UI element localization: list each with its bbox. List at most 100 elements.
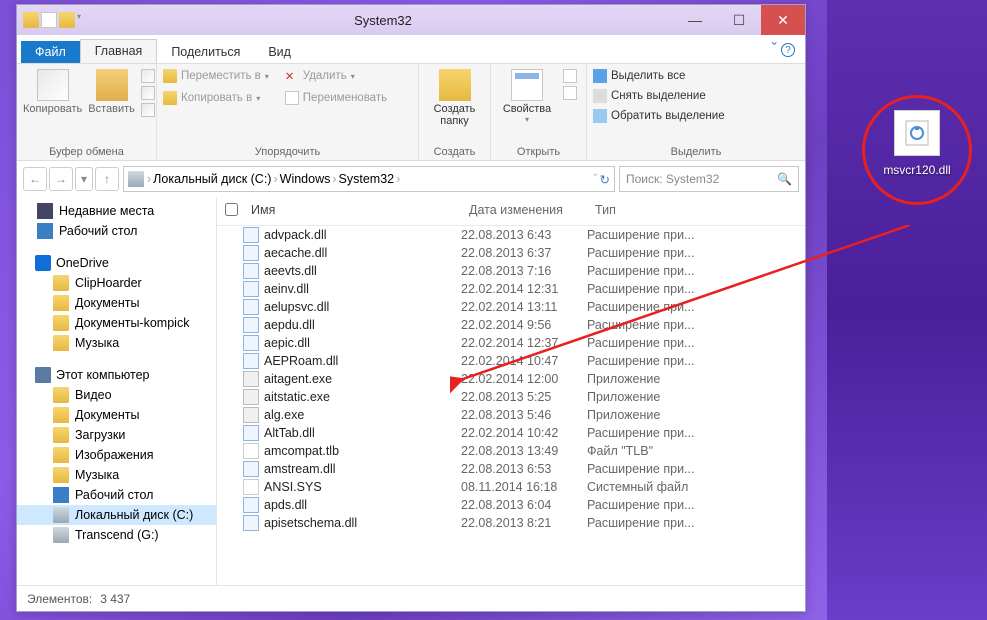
tab-file[interactable]: Файл [21, 41, 80, 63]
tree-recent[interactable]: Недавние места [17, 201, 216, 221]
deselect-button[interactable]: Снять выделение [593, 89, 725, 103]
file-date: 22.02.2014 12:31 [461, 282, 587, 296]
file-icon [243, 461, 259, 477]
tree-cliphoarder[interactable]: ClipHoarder [17, 273, 216, 293]
tree-documents[interactable]: Документы [17, 293, 216, 313]
invert-button[interactable]: Обратить выделение [593, 109, 725, 123]
file-date: 22.08.2013 5:25 [461, 390, 587, 404]
file-date: 22.08.2013 6:04 [461, 498, 587, 512]
forward-button[interactable]: → [49, 167, 73, 191]
breadcrumb-dropdown-icon[interactable]: ˇ [593, 172, 597, 186]
history-dropdown[interactable]: ▾ [75, 167, 93, 191]
tree-documents-kompick[interactable]: Документы-kompick [17, 313, 216, 333]
move-icon [163, 69, 177, 83]
ribbon-collapse[interactable]: ˇ? [762, 37, 805, 63]
tree-desktop[interactable]: Рабочий стол [17, 221, 216, 241]
clipboard-opt1[interactable] [141, 69, 155, 83]
qat-icons: ▾ [23, 12, 93, 28]
table-row[interactable]: aepdu.dll22.02.2014 9:56Расширение при..… [217, 316, 805, 334]
help-icon[interactable]: ? [781, 43, 795, 57]
close-button[interactable]: ✕ [761, 5, 805, 35]
maximize-button[interactable]: ☐ [717, 5, 761, 35]
open-opt2[interactable] [563, 86, 577, 100]
tab-home[interactable]: Главная [80, 39, 158, 63]
table-row[interactable]: AEPRoam.dll22.02.2014 10:47Расширение пр… [217, 352, 805, 370]
breadcrumb[interactable]: › Локальный диск (C:)› Windows› System32… [123, 166, 615, 192]
newfolder-qat-icon[interactable] [59, 12, 75, 28]
table-row[interactable]: aecache.dll22.08.2013 6:37Расширение при… [217, 244, 805, 262]
table-row[interactable]: apisetschema.dll22.08.2013 8:21Расширени… [217, 514, 805, 532]
column-headers[interactable]: Имя Дата изменения Тип [217, 197, 805, 226]
props-qat-icon[interactable] [41, 12, 57, 28]
table-row[interactable]: advpack.dll22.08.2013 6:43Расширение при… [217, 226, 805, 244]
tree-downloads[interactable]: Загрузки [17, 425, 216, 445]
tree-this-pc[interactable]: Этот компьютер [17, 363, 216, 385]
ribbon: Копировать Вставить Буфер обмена Перемес… [17, 63, 805, 161]
clipboard-opt2[interactable] [141, 86, 155, 100]
file-date: 08.11.2014 16:18 [461, 480, 587, 494]
search-input[interactable]: Поиск: System32 🔍 [619, 166, 799, 192]
tree-cdrive[interactable]: Локальный диск (C:) [17, 505, 216, 525]
select-all-icon [593, 69, 607, 83]
move-to-button[interactable]: Переместить в▾ [163, 69, 269, 83]
minimize-button[interactable]: — [673, 5, 717, 35]
table-row[interactable]: aitstatic.exe22.08.2013 5:25Приложение [217, 388, 805, 406]
file-pane: Имя Дата изменения Тип advpack.dll22.08.… [217, 197, 805, 585]
copy-to-button[interactable]: Копировать в▾ [163, 91, 269, 105]
tree-videos[interactable]: Видео [17, 385, 216, 405]
table-row[interactable]: ANSI.SYS08.11.2014 16:18Системный файл [217, 478, 805, 496]
qat-dropdown-icon[interactable]: ▾ [77, 12, 93, 28]
back-button[interactable]: ← [23, 167, 47, 191]
file-icon [243, 281, 259, 297]
tab-share[interactable]: Поделиться [157, 41, 254, 63]
properties-button[interactable]: Свойства▾ [497, 67, 557, 124]
col-type[interactable]: Тип [587, 201, 805, 221]
folder-icon [23, 12, 39, 28]
table-row[interactable]: aeinv.dll22.02.2014 12:31Расширение при.… [217, 280, 805, 298]
table-row[interactable]: alg.exe22.08.2013 5:46Приложение [217, 406, 805, 424]
table-row[interactable]: amcompat.tlb22.08.2013 13:49Файл "TLB" [217, 442, 805, 460]
table-row[interactable]: aitagent.exe22.02.2014 12:00Приложение [217, 370, 805, 388]
tree-documents2[interactable]: Документы [17, 405, 216, 425]
file-date: 22.02.2014 10:42 [461, 426, 587, 440]
table-row[interactable]: apds.dll22.08.2013 6:04Расширение при... [217, 496, 805, 514]
tab-view[interactable]: Вид [254, 41, 305, 63]
table-row[interactable]: AltTab.dll22.02.2014 10:42Расширение при… [217, 424, 805, 442]
table-row[interactable]: aepic.dll22.02.2014 12:37Расширение при.… [217, 334, 805, 352]
table-row[interactable]: aeevts.dll22.08.2013 7:16Расширение при.… [217, 262, 805, 280]
explorer-window: ▾ System32 — ☐ ✕ Файл Главная Поделиться… [16, 4, 806, 612]
tree-music[interactable]: Музыка [17, 333, 216, 353]
up-button[interactable]: ↑ [95, 167, 119, 191]
tree-music2[interactable]: Музыка [17, 465, 216, 485]
new-folder-button[interactable]: Создатьпапку [425, 67, 484, 127]
search-icon: 🔍 [777, 172, 792, 186]
breadcrumb-windows[interactable]: Windows [280, 172, 331, 186]
file-type: Расширение при... [587, 498, 805, 512]
file-rows[interactable]: advpack.dll22.08.2013 6:43Расширение при… [217, 226, 805, 585]
desktop-dll-file[interactable] [894, 110, 940, 156]
file-type: Системный файл [587, 480, 805, 494]
navigation-tree[interactable]: Недавние места Рабочий стол OneDrive Cli… [17, 197, 217, 585]
rename-icon [285, 91, 299, 105]
delete-button[interactable]: ✕Удалить▾ [285, 69, 387, 83]
rename-button[interactable]: Переименовать [285, 91, 387, 105]
clipboard-opt3[interactable] [141, 103, 155, 117]
tree-pictures[interactable]: Изображения [17, 445, 216, 465]
copy-button[interactable]: Копировать [23, 67, 82, 115]
table-row[interactable]: amstream.dll22.08.2013 6:53Расширение пр… [217, 460, 805, 478]
paste-button[interactable]: Вставить [88, 67, 135, 115]
paste-icon [96, 69, 128, 101]
breadcrumb-current[interactable]: System32 [339, 172, 395, 186]
table-row[interactable]: aelupsvc.dll22.02.2014 13:11Расширение п… [217, 298, 805, 316]
select-all-checkbox[interactable] [225, 203, 238, 216]
col-name[interactable]: Имя [243, 201, 461, 221]
open-opt1[interactable] [563, 69, 577, 83]
breadcrumb-root[interactable]: Локальный диск (C:) [153, 172, 271, 186]
refresh-button[interactable]: ↻ [600, 172, 610, 187]
tree-transcend[interactable]: Transcend (G:) [17, 525, 216, 545]
tree-onedrive[interactable]: OneDrive [17, 251, 216, 273]
file-type: Расширение при... [587, 282, 805, 296]
col-date[interactable]: Дата изменения [461, 201, 587, 221]
select-all-button[interactable]: Выделить все [593, 69, 725, 83]
tree-desktop2[interactable]: Рабочий стол [17, 485, 216, 505]
